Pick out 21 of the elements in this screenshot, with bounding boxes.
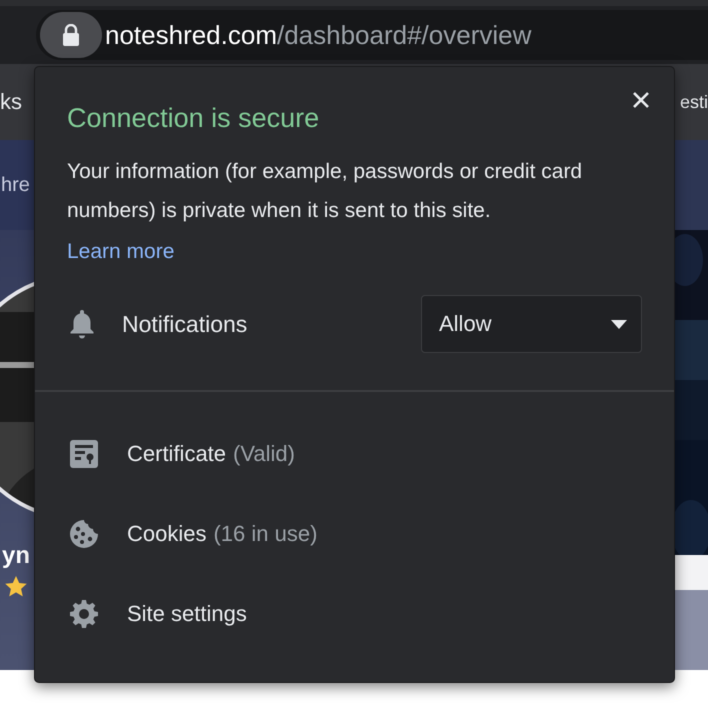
cookie-icon <box>70 520 98 548</box>
url-text: noteshred.com/dashboard#/overview <box>105 20 532 50</box>
site-info-item[interactable]: Certificate (Valid) <box>35 414 674 494</box>
bookmark-item[interactable]: esti <box>680 92 708 112</box>
lock-icon[interactable] <box>40 12 102 58</box>
certificate-icon <box>70 440 98 468</box>
connection-status-title: Connection is secure <box>67 103 320 134</box>
permission-label: Notifications <box>122 310 248 338</box>
security-description: Your information (for example, passwords or credit card numbers) is private when it is sent to this site. <box>67 159 584 224</box>
learn-more-link[interactable]: Learn more <box>67 232 174 271</box>
settings-icon <box>70 600 98 628</box>
caret-icon <box>611 320 627 328</box>
bell-icon <box>69 309 95 339</box>
site-logo-text: hre <box>1 174 30 196</box>
star-icon <box>5 576 27 597</box>
permission-dropdown[interactable]: Allow <box>421 295 642 353</box>
site-info-item[interactable]: Cookies (16 in use) <box>35 494 674 574</box>
address-bar[interactable]: noteshred.com/dashboard#/overview <box>36 10 708 60</box>
profile-name: yn <box>2 542 30 570</box>
site-info-item[interactable]: Site settings <box>35 574 674 654</box>
bookmark-item[interactable]: ks <box>0 89 22 115</box>
